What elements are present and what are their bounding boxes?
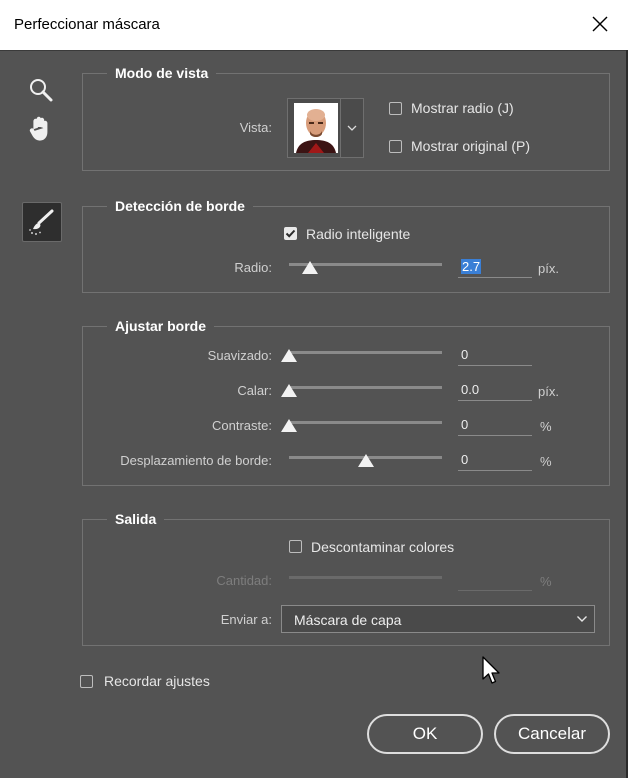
- feather-field[interactable]: 0.0: [458, 381, 532, 401]
- contrast-field[interactable]: 0: [458, 416, 532, 436]
- decontaminate-label: Descontaminar colores: [311, 539, 455, 555]
- hand-icon: [29, 116, 48, 141]
- amount-unit: %: [540, 574, 552, 589]
- cancel-button-label: Cancelar: [517, 724, 587, 743]
- ok-button[interactable]: OK: [367, 714, 483, 754]
- edge-shift-label: Desplazamiento de borde:: [120, 453, 272, 468]
- show-original-label: Mostrar original (P): [411, 138, 531, 154]
- refine-brush-tool[interactable]: [22, 202, 62, 242]
- decontaminate-checkbox[interactable]: [289, 540, 302, 553]
- smooth-label: Suavizado:: [207, 348, 272, 363]
- thumbnail-dropdown[interactable]: [340, 99, 363, 157]
- feather-slider-track[interactable]: [289, 386, 442, 389]
- radius-slider-handle[interactable]: [302, 261, 318, 274]
- smart-radius-checkbox[interactable]: [284, 227, 297, 240]
- feather-label: Calar:: [237, 383, 272, 398]
- close-icon: [592, 16, 608, 32]
- show-radius-checkbox[interactable]: [389, 102, 402, 115]
- view-thumbnail-picker[interactable]: [287, 98, 364, 158]
- chevron-down-icon: [347, 125, 357, 131]
- title-bar: Perfeccionar máscara: [0, 0, 628, 51]
- view-mode-title: Modo de vista: [107, 65, 217, 81]
- radius-label: Radio:: [234, 260, 272, 275]
- output-title: Salida: [107, 511, 165, 527]
- send-to-value: Máscara de capa: [294, 612, 402, 628]
- zoom-tool[interactable]: [27, 76, 55, 104]
- edge-shift-unit: %: [540, 454, 552, 469]
- cancel-button[interactable]: Cancelar: [494, 714, 610, 754]
- ok-button-label: OK: [412, 724, 438, 743]
- zoom-icon: [30, 79, 53, 102]
- radius-field[interactable]: 2.7: [458, 258, 532, 278]
- checkmark-icon: [285, 229, 296, 238]
- edge-detection-group: Detección de borde: [82, 198, 610, 293]
- contrast-value: 0: [461, 417, 469, 432]
- amount-label: Cantidad:: [216, 573, 272, 588]
- adjust-edge-title: Ajustar borde: [107, 318, 215, 334]
- refine-brush-icon: [29, 209, 54, 235]
- feather-slider-handle[interactable]: [281, 384, 297, 397]
- smooth-field[interactable]: 0: [458, 346, 532, 366]
- feather-unit: píx.: [538, 384, 559, 399]
- smooth-slider-handle[interactable]: [281, 349, 297, 362]
- amount-field: [458, 571, 532, 591]
- contrast-unit: %: [540, 419, 552, 434]
- hand-tool[interactable]: [27, 114, 55, 144]
- amount-slider-track: [289, 576, 442, 579]
- window-title: Perfeccionar máscara: [14, 16, 160, 33]
- show-radius-label: Mostrar radio (J): [411, 100, 514, 116]
- edge-shift-value: 0: [461, 452, 469, 467]
- mouse-cursor-icon: [482, 656, 500, 684]
- edge-detection-title: Detección de borde: [107, 198, 253, 214]
- smooth-slider-track[interactable]: [289, 351, 442, 354]
- edge-shift-field[interactable]: 0: [458, 451, 532, 471]
- send-to-label: Enviar a:: [220, 612, 272, 627]
- contrast-slider-handle[interactable]: [281, 419, 297, 432]
- remember-settings-checkbox[interactable]: [80, 675, 93, 688]
- close-button[interactable]: [586, 10, 614, 38]
- radius-unit: píx.: [538, 261, 559, 276]
- contrast-label: Contraste:: [212, 418, 272, 433]
- contrast-slider-track[interactable]: [289, 421, 442, 424]
- show-original-checkbox[interactable]: [389, 140, 402, 153]
- portrait-thumbnail-icon: [294, 103, 338, 153]
- chevron-down-icon: [577, 616, 587, 622]
- send-to-select[interactable]: Máscara de capa: [281, 605, 595, 633]
- radius-value: 2.7: [461, 259, 482, 274]
- view-thumbnail: [294, 103, 338, 153]
- smart-radius-label: Radio inteligente: [306, 226, 411, 242]
- feather-value: 0.0: [461, 382, 480, 397]
- smooth-value: 0: [461, 347, 469, 362]
- view-label: Vista:: [239, 120, 272, 135]
- edge-shift-slider-handle[interactable]: [358, 454, 374, 467]
- remember-settings-label: Recordar ajustes: [104, 673, 210, 689]
